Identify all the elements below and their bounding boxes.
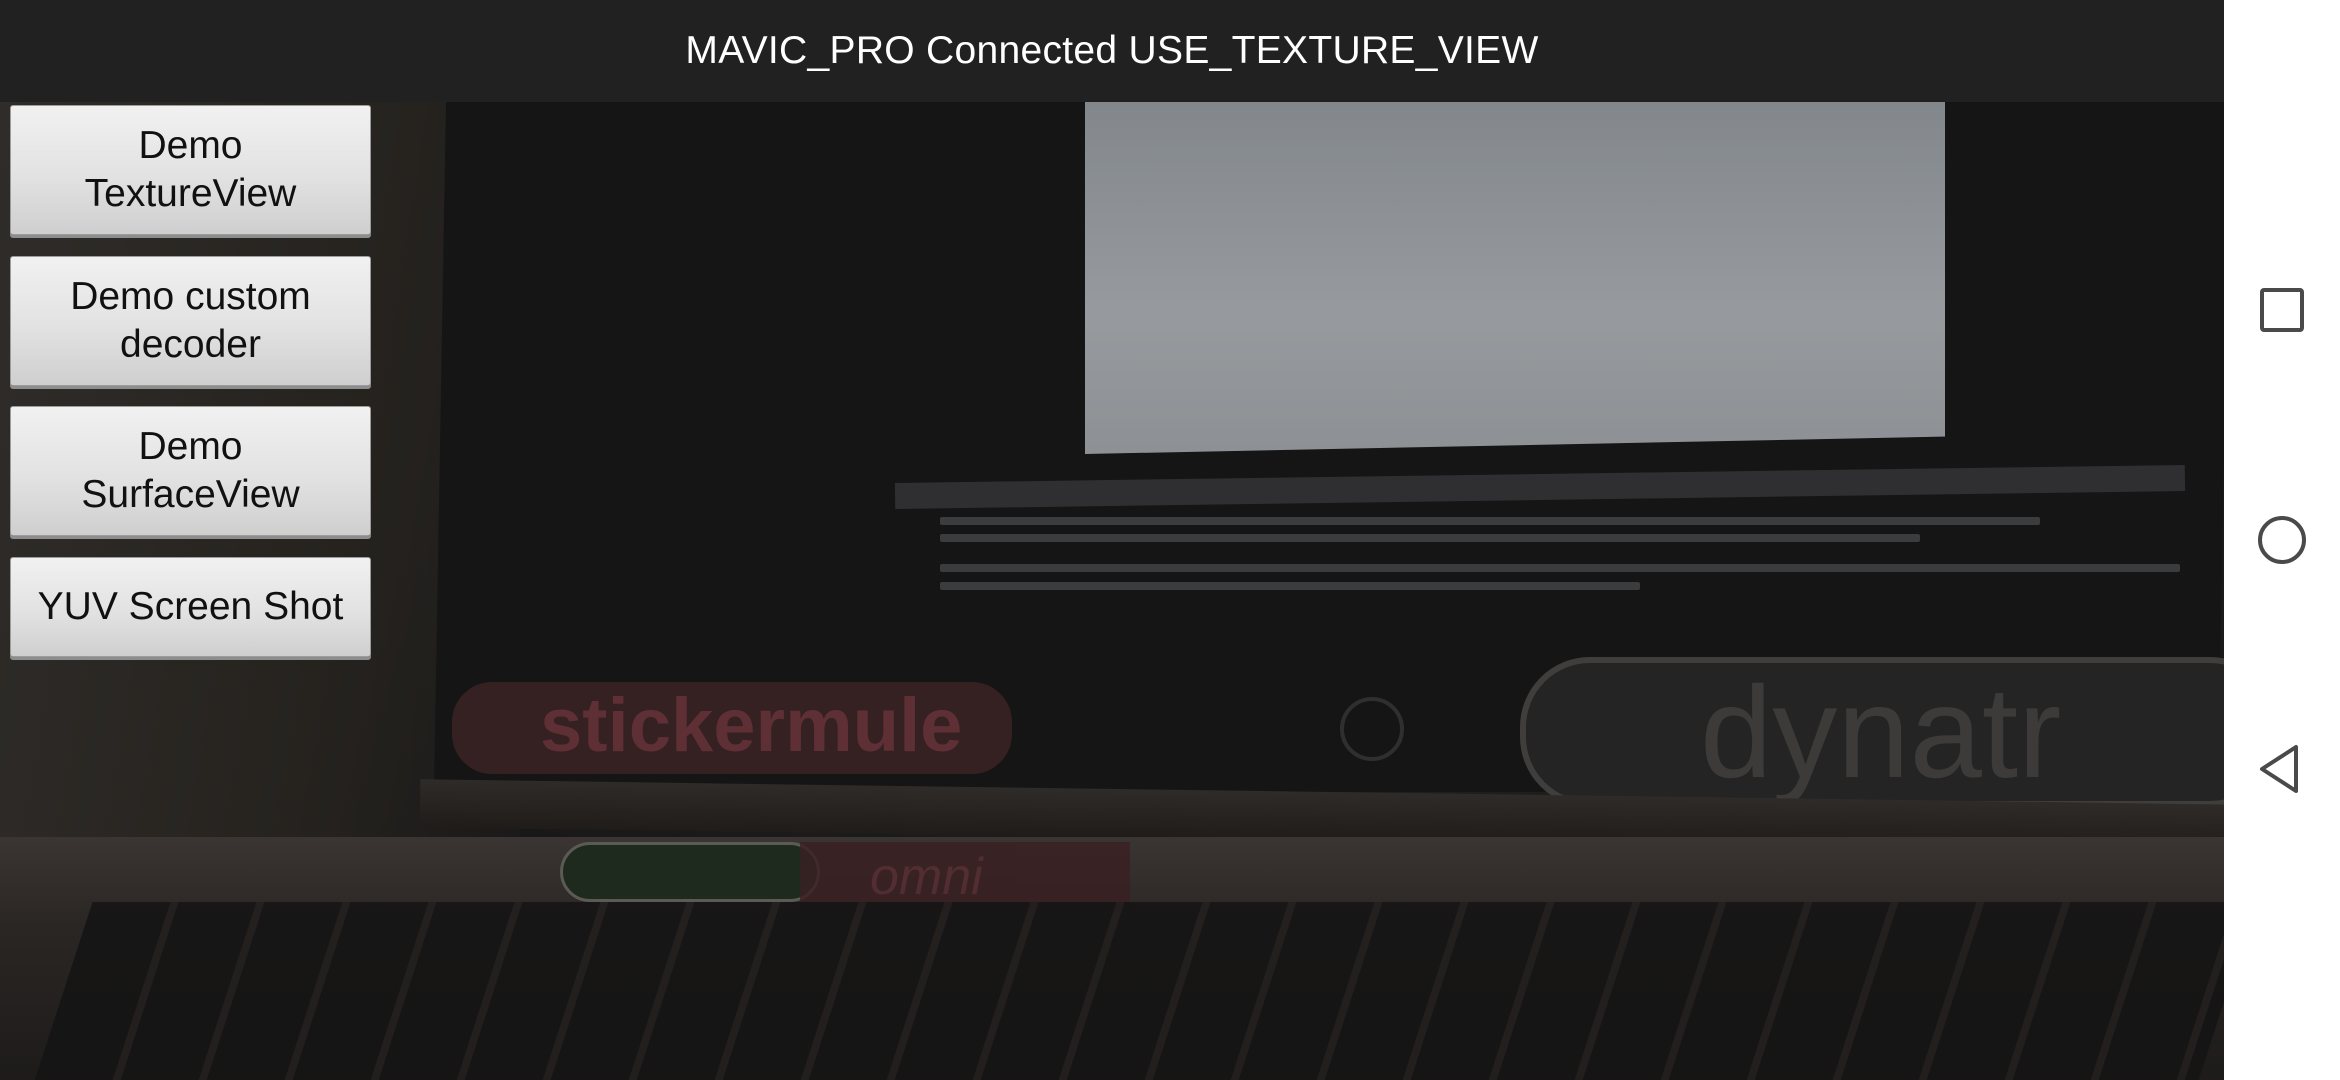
screen-text-line	[940, 582, 1640, 590]
demo-custom-decoder-button[interactable]: Demo custom decoder	[10, 256, 371, 386]
yuv-screen-shot-button[interactable]: YUV Screen Shot	[10, 557, 371, 657]
green-sticker	[560, 842, 820, 902]
home-icon[interactable]	[2256, 514, 2308, 566]
laptop-keyboard	[27, 902, 2224, 1080]
demo-surfaceview-button[interactable]: Demo SurfaceView	[10, 406, 371, 536]
screen-text-line	[940, 517, 2040, 525]
laptop-screen-window	[1085, 102, 1945, 454]
title-text: MAVIC_PRO Connected USE_TEXTURE_VIEW	[685, 29, 1539, 72]
stickermule-sticker-text: stickermule	[540, 683, 963, 768]
app-screen: MAVIC_PRO Connected USE_TEXTURE_VIEW sti…	[0, 0, 2224, 1080]
dynatrace-sticker-text: dynatr	[1700, 659, 2062, 805]
demo-textureview-button[interactable]: Demo TextureView	[10, 105, 371, 235]
hp-logo-icon	[1340, 697, 1404, 761]
title-bar: MAVIC_PRO Connected USE_TEXTURE_VIEW	[0, 0, 2224, 102]
back-icon[interactable]	[2256, 743, 2308, 795]
recents-icon[interactable]	[2256, 284, 2308, 336]
screen-text-line	[940, 564, 2180, 572]
screen-text-line	[940, 534, 1920, 542]
